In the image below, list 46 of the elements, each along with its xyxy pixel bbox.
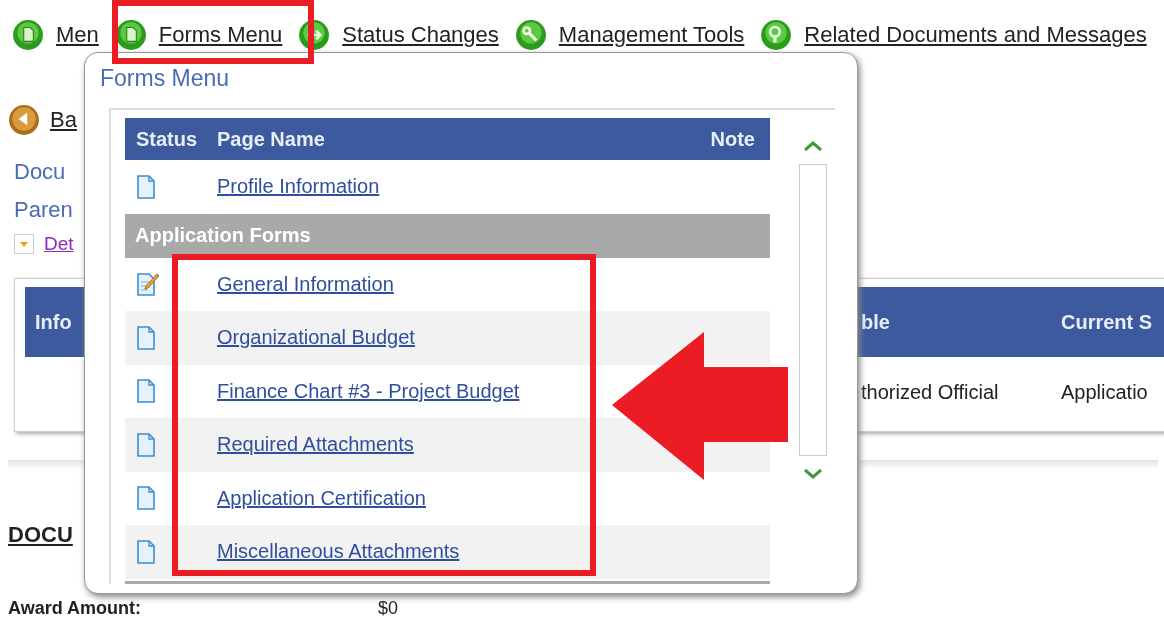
page-icon (136, 539, 156, 564)
table-cell: Applicatio (1061, 380, 1148, 403)
parent-label: Paren (14, 196, 73, 224)
column-header: Page Name (217, 127, 326, 151)
nav-icon (760, 19, 793, 51)
scroll-down-icon[interactable] (803, 468, 823, 480)
nav-link[interactable]: Management Tools (558, 22, 745, 48)
nav-link[interactable]: Related Documents and Messages (804, 22, 1147, 48)
caret-icon (19, 239, 29, 249)
award-value: $0 (378, 598, 399, 619)
column-header: Current S (1061, 310, 1153, 333)
table-cell: thorized Official (861, 380, 999, 403)
details-link[interactable]: Det (44, 233, 74, 255)
scroll-thumb[interactable] (799, 164, 827, 456)
popup-title: Forms Menu (100, 65, 231, 92)
form-link[interactable]: Profile Information (217, 175, 380, 199)
column-header: Info (35, 310, 72, 333)
form-link[interactable]: Organizational Budget (217, 326, 415, 350)
column-header: Status (135, 127, 199, 151)
back-link[interactable]: Ba (50, 107, 77, 133)
nav-icon (298, 19, 331, 51)
nav-link[interactable]: Men (56, 22, 99, 48)
expand-toggle[interactable] (14, 234, 34, 254)
group-header: Application Forms (125, 213, 770, 258)
column-header: Note (710, 127, 756, 151)
form-link[interactable]: Required Attachments (217, 433, 414, 457)
page-icon (136, 432, 156, 457)
page-icon (136, 174, 156, 199)
page-icon (136, 379, 156, 404)
form-link[interactable]: Application Certification (217, 486, 426, 510)
form-link[interactable]: Finance Chart #3 - Project Budget (217, 379, 520, 403)
page-icon (136, 486, 156, 511)
scroll-up-icon[interactable] (803, 140, 823, 152)
form-link[interactable]: Miscellaneous Attachments (217, 540, 460, 564)
back-icon (8, 104, 40, 136)
section-heading: DOCU (8, 522, 74, 548)
edit-page-icon (136, 272, 160, 297)
nav-icon (12, 19, 44, 51)
column-header: ble (861, 310, 890, 333)
award-label: Award Amount: (8, 598, 142, 619)
nav-link[interactable]: Status Changes (342, 22, 499, 48)
nav-icon (514, 19, 547, 51)
document-label: Docu (14, 158, 66, 186)
page-icon (136, 325, 156, 350)
form-link[interactable]: General Information (217, 272, 394, 296)
nav-link[interactable]: Forms Menu (158, 22, 283, 48)
